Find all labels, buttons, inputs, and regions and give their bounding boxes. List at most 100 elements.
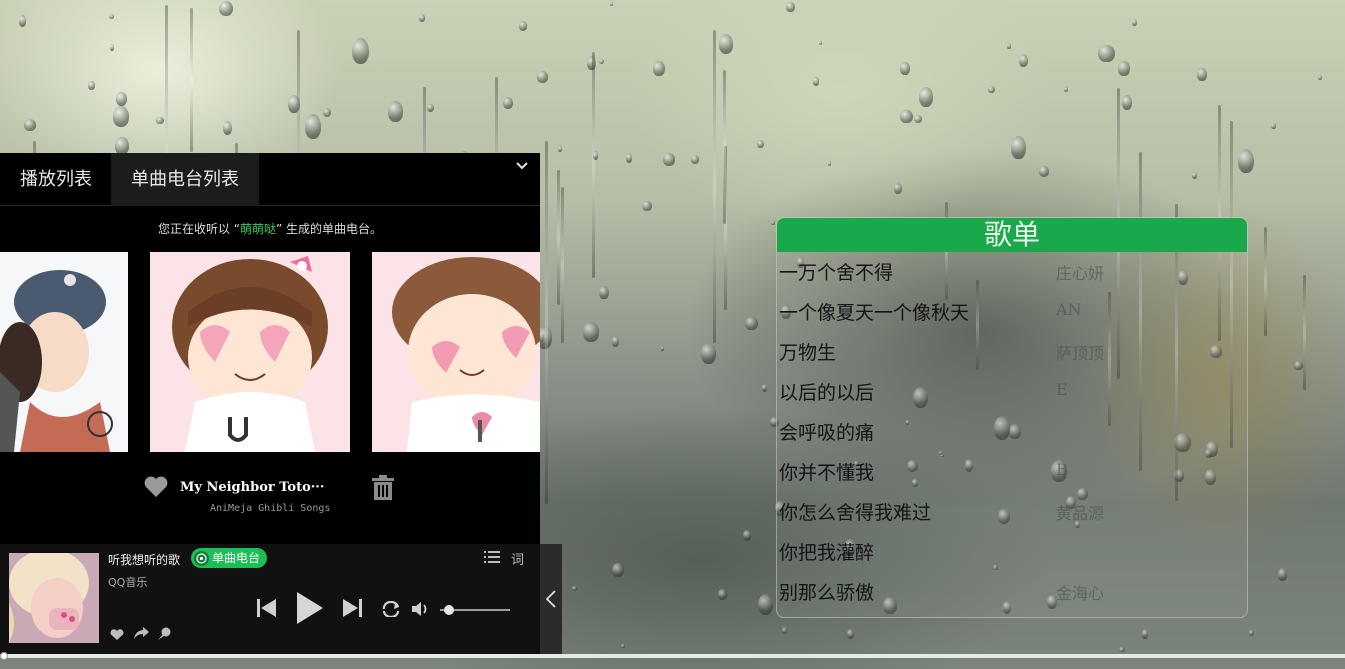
raindrop: [518, 20, 528, 31]
pin-icon[interactable]: [158, 625, 171, 644]
tab-radio-list[interactable]: 单曲电台列表: [111, 153, 259, 206]
song-list-title: 歌单: [777, 218, 1247, 252]
raindrop: [611, 335, 620, 347]
raindrop: [114, 136, 129, 155]
raindrop: [893, 182, 903, 195]
share-icon[interactable]: [134, 625, 149, 644]
raindrop: [586, 56, 597, 71]
raindrop: [24, 118, 37, 131]
repeat-icon[interactable]: [381, 600, 401, 621]
song-title: 以后的以后: [779, 382, 875, 404]
song-title: 别那么骄傲: [779, 582, 875, 604]
rain-streak: [722, 70, 726, 225]
raindrop: [758, 593, 774, 616]
play-icon[interactable]: [297, 592, 323, 628]
lyrics-button[interactable]: 词: [511, 549, 524, 568]
raindrop: [642, 200, 652, 212]
raindrop: [18, 15, 26, 27]
raindrop: [88, 81, 95, 90]
raindrop: [113, 106, 129, 127]
raindrop: [418, 14, 425, 22]
radio-title: 听我想听的歌: [108, 553, 181, 567]
raindrop: [352, 37, 369, 65]
song-artist: E: [1056, 380, 1068, 399]
album-cover-current[interactable]: [150, 252, 350, 452]
song-row[interactable]: 万物生 萨顶顶: [777, 332, 1247, 372]
song-title: 你并不懂我: [779, 462, 875, 484]
radio-icon: [194, 550, 209, 566]
raindrop: [743, 529, 752, 541]
source-label: QQ音乐: [108, 576, 148, 589]
raindrop: [663, 152, 676, 166]
song-row[interactable]: 一个像夏天一个像秋天 AN: [777, 292, 1247, 332]
song-title: 一个像夏天一个像秋天: [779, 302, 970, 324]
playlist-icon[interactable]: [484, 550, 500, 567]
raindrop: [592, 151, 599, 160]
player-panel: 播放列表 单曲电台列表 您正在收听以 “萌萌哒” 生成的单曲电台。 My Nei…: [0, 153, 562, 654]
song-artist: 黄品源: [1056, 504, 1105, 523]
radio-badge[interactable]: 单曲电台: [191, 548, 268, 568]
song-row[interactable]: 你怎么舍得我难过 黄品源: [777, 492, 1247, 532]
radio-seed-song[interactable]: 萌萌哒: [240, 222, 276, 236]
current-track-title: My Neighbor Toto···: [180, 480, 325, 495]
playback-progress-bar[interactable]: [0, 654, 1345, 658]
collapse-player-tab[interactable]: [540, 544, 562, 654]
song-row[interactable]: 会呼吸的痛: [777, 412, 1247, 452]
song-row[interactable]: 别那么骄傲 金海心: [777, 572, 1247, 612]
now-playing-thumbnail[interactable]: [9, 553, 99, 643]
volume-icon[interactable]: [412, 600, 430, 622]
raindrop: [899, 61, 910, 75]
raindrop: [503, 96, 513, 109]
chevron-down-icon[interactable]: [516, 159, 528, 174]
song-title: 会呼吸的痛: [779, 422, 875, 444]
raindrop: [919, 86, 934, 107]
raindrop: [426, 103, 434, 112]
raindrop: [988, 85, 995, 94]
song-list-panel: 歌单 一万个舍不得 庄心妍 一个像夏天一个像秋天 AN 万物生 萨顶顶以后的以后 E 会呼吸的…: [776, 217, 1248, 618]
volume-slider-knob[interactable]: [444, 605, 454, 615]
album-cover-prev[interactable]: [0, 252, 128, 452]
raindrop: [914, 114, 922, 124]
player-control-bar: 听我想听的歌 单曲电台 QQ音乐 词: [0, 544, 562, 654]
raindrop: [1063, 87, 1069, 93]
raindrop: [1277, 568, 1287, 581]
trash-icon[interactable]: [370, 475, 396, 505]
previous-icon[interactable]: [257, 599, 277, 621]
raindrop: [108, 13, 115, 20]
album-cover-next[interactable]: [372, 252, 540, 452]
raindrop: [1293, 360, 1303, 371]
tab-playlist[interactable]: 播放列表: [0, 153, 112, 206]
song-row[interactable]: 以后的以后 E: [777, 372, 1247, 412]
song-row[interactable]: 一万个舍不得 庄心妍: [777, 252, 1247, 292]
song-row[interactable]: 你并不懂我 B: [777, 452, 1247, 492]
raindrop: [1119, 646, 1125, 652]
song-artist: 金海心: [1056, 584, 1105, 603]
raindrop: [1141, 629, 1149, 640]
playback-progress-knob[interactable]: [0, 652, 8, 660]
song-row[interactable]: 你把我灌醉: [777, 532, 1247, 572]
raindrop: [322, 108, 331, 118]
raindrop: [1039, 166, 1049, 177]
song-title: 万物生: [779, 342, 837, 364]
rain-streak: [189, 7, 193, 152]
raindrop: [156, 116, 164, 125]
rain-streak: [724, 146, 728, 311]
raindrop: [828, 161, 832, 167]
player-tabs: 播放列表 单曲电台列表: [0, 153, 540, 206]
like-icon[interactable]: [110, 626, 124, 645]
raindrop: [718, 588, 728, 601]
raindrop: [288, 94, 301, 114]
next-icon[interactable]: [342, 599, 362, 621]
raindrop: [782, 627, 788, 635]
radio-badge-label: 单曲电台: [212, 551, 261, 565]
raindrop: [612, 562, 624, 578]
raindrop: [1011, 135, 1026, 159]
raindrop: [745, 316, 758, 331]
raindrop: [718, 34, 734, 54]
rain-streak: [545, 140, 549, 504]
raindrop: [626, 153, 633, 164]
raindrop: [115, 91, 128, 107]
heart-icon[interactable]: [143, 475, 169, 503]
raindrop: [786, 2, 795, 13]
raindrop: [1121, 94, 1133, 111]
